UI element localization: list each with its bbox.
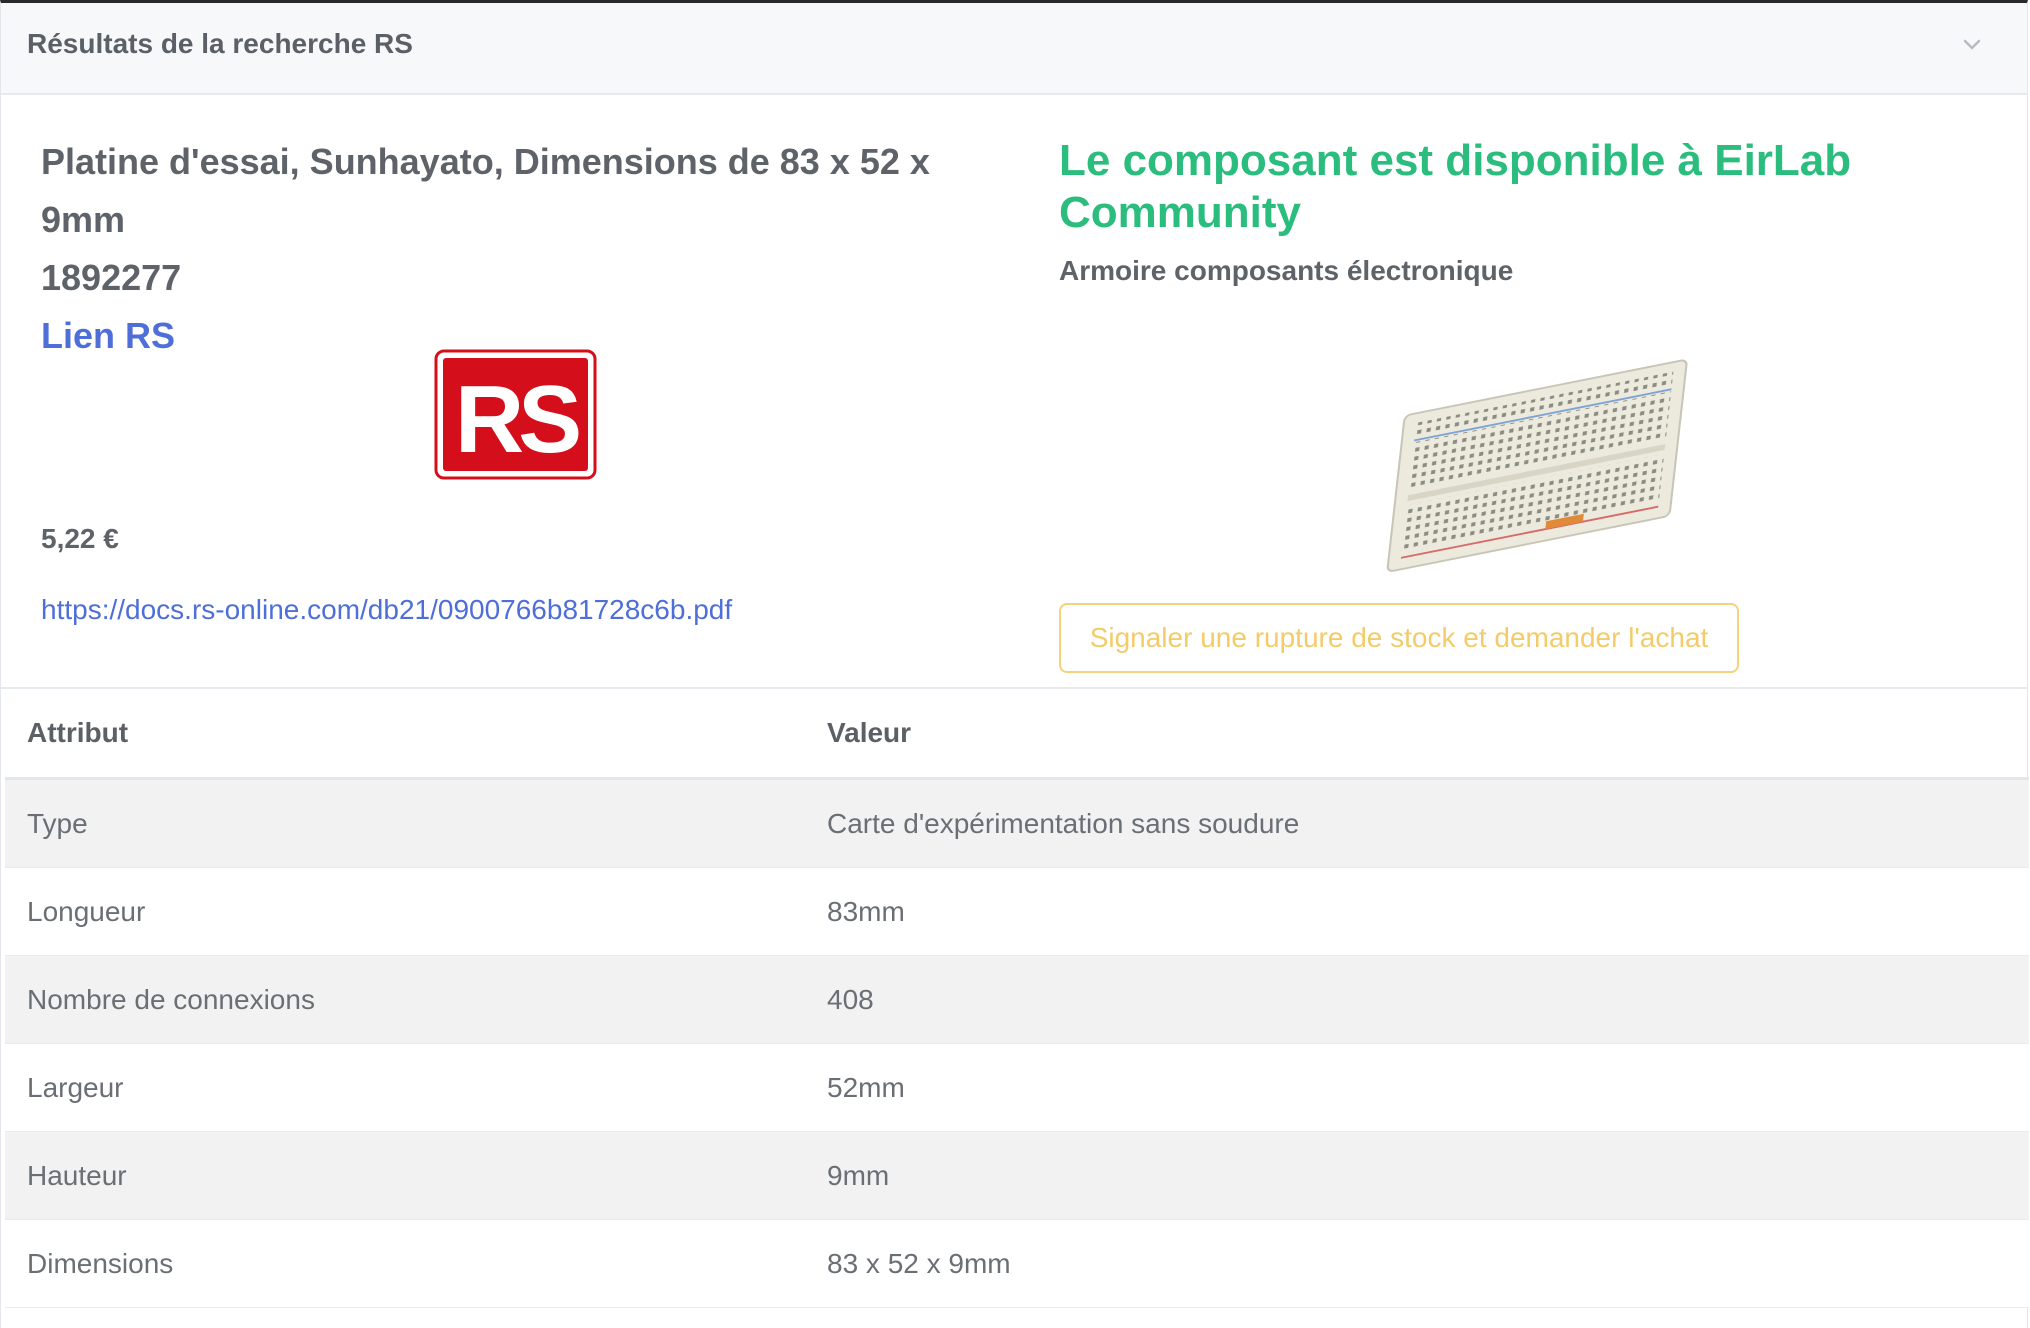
table-header-row: Attribut Valeur (5, 689, 2029, 780)
datasheet-link[interactable]: https://docs.rs-online.com/db21/0900766b… (41, 594, 732, 626)
attribute-column-header: Attribut (5, 689, 827, 780)
rs-logo-text: RS (455, 366, 579, 473)
attribute-value: 83mm (827, 867, 2029, 956)
attribute-value: 83 x 52 x 9mm (827, 1219, 2029, 1308)
rs-product-link[interactable]: Lien RS (41, 307, 175, 365)
product-price: 5,22 € (41, 523, 119, 554)
attribute-value: 9mm (827, 1131, 2029, 1220)
table-row: Longueur 83mm (5, 867, 2029, 956)
attribute-name: Largeur (5, 1043, 827, 1132)
storage-location: Armoire composants électronique (1059, 255, 1514, 286)
attribute-name: Longueur (5, 867, 827, 956)
table-row: Type Carte d'expérimentation sans soudur… (5, 778, 2029, 868)
attribute-name: Nombre de connexions (5, 955, 827, 1044)
table-row: Nombre de connexions 408 (5, 955, 2029, 1044)
panel-header[interactable]: Résultats de la recherche RS (1, 3, 2027, 95)
report-stock-shortage-button[interactable]: Signaler une rupture de stock et demande… (1059, 603, 1739, 673)
attribute-value: Carte d'expérimentation sans soudure (827, 778, 2029, 868)
rs-search-results-panel: Résultats de la recherche RS Platine d'e… (0, 0, 2029, 1328)
product-info: Platine d'essai, Sunhayato, Dimensions d… (41, 133, 1001, 365)
attribute-value: 52mm (827, 1043, 2029, 1132)
product-reference: 1892277 (41, 257, 182, 298)
value-column-header: Valeur (827, 689, 2029, 780)
attribute-name: Hauteur (5, 1131, 827, 1220)
attribute-name: Dimensions (5, 1219, 827, 1308)
attributes-table: Attribut Valeur Type Carte d'expérimenta… (5, 689, 2029, 1308)
availability-title: Le composant est disponible à EirLab Com… (1059, 136, 1852, 237)
table-row: Dimensions 83 x 52 x 9mm (5, 1219, 2029, 1308)
table-row: Largeur 52mm (5, 1043, 2029, 1132)
breadboard-image (1386, 359, 1688, 572)
rs-logo: RS (434, 349, 597, 480)
product-name: Platine d'essai, Sunhayato, Dimensions d… (41, 141, 930, 240)
attribute-value: 408 (827, 955, 2029, 1044)
panel-title: Résultats de la recherche RS (27, 28, 413, 59)
availability-info: Le composant est disponible à EirLab Com… (1059, 135, 1979, 287)
attribute-name: Type (5, 778, 827, 868)
table-row: Hauteur 9mm (5, 1131, 2029, 1220)
chevron-down-icon[interactable] (1961, 33, 1983, 55)
